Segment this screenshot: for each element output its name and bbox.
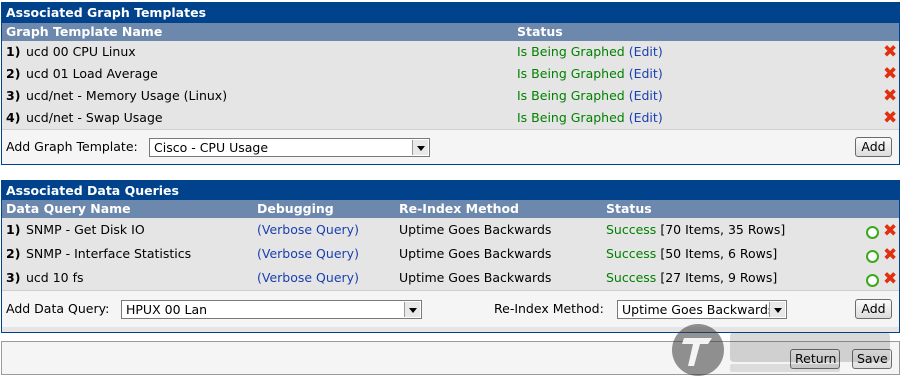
delete-icon[interactable]: ✖ bbox=[883, 242, 897, 268]
edit-parens: (Edit) bbox=[628, 44, 663, 59]
graph-status: Is Being Graphed (Edit) bbox=[517, 85, 663, 107]
graph-template-row: 1) ucd 00 CPU Linux Is Being Graphed (Ed… bbox=[2, 41, 899, 63]
status-text: Is Being Graphed bbox=[517, 66, 625, 81]
status-text: Is Being Graphed bbox=[517, 44, 625, 59]
graph-template-name: ucd/net - Memory Usage (Linux) bbox=[26, 88, 228, 103]
row-number: 2) bbox=[6, 66, 21, 81]
graph-templates-column-header: Graph Template Name Status bbox=[2, 23, 899, 41]
data-queries-panel: Associated Data Queries Data Query Name … bbox=[1, 180, 900, 333]
add-graph-template-label: Add Graph Template: bbox=[6, 139, 138, 154]
row-number: 1) bbox=[6, 44, 21, 59]
status-detail: [70 Items, 35 Rows] bbox=[660, 222, 786, 237]
verbose-query-link[interactable]: Verbose Query bbox=[262, 270, 354, 285]
row-number: 3) bbox=[6, 88, 21, 103]
reindex-method: Uptime Goes Backwards bbox=[399, 246, 552, 261]
add-data-query-label: Add Data Query: bbox=[6, 301, 110, 316]
data-query-row: 1) SNMP - Get Disk IO (Verbose Query) Up… bbox=[2, 218, 899, 242]
delete-icon[interactable]: ✖ bbox=[883, 41, 897, 63]
status-text: Success bbox=[606, 222, 657, 237]
data-query-name: SNMP - Get Disk IO bbox=[26, 222, 145, 237]
col-debugging: Debugging bbox=[257, 201, 334, 216]
reindex-method: Uptime Goes Backwards bbox=[399, 270, 552, 285]
status-detail: [50 Items, 6 Rows] bbox=[660, 246, 778, 261]
reload-icon[interactable] bbox=[866, 274, 879, 287]
data-query-name: ucd 10 fs bbox=[26, 270, 84, 285]
reload-icon[interactable] bbox=[866, 226, 879, 239]
data-queries-title: Associated Data Queries bbox=[2, 181, 899, 200]
row-number: 1) bbox=[6, 222, 21, 237]
chevron-down-icon[interactable] bbox=[412, 140, 428, 155]
data-queries-column-header: Data Query Name Debugging Re-Index Metho… bbox=[2, 200, 899, 218]
edit-parens: (Edit) bbox=[628, 88, 663, 103]
add-graph-template-button[interactable]: Add bbox=[855, 137, 892, 157]
reindex-method-label: Re-Index Method: bbox=[494, 301, 604, 316]
graph-template-name: ucd/net - Swap Usage bbox=[26, 110, 163, 125]
edit-link[interactable]: Edit bbox=[634, 88, 658, 103]
graph-template-row: 3) ucd/net - Memory Usage (Linux) Is Bei… bbox=[2, 85, 899, 107]
delete-icon[interactable]: ✖ bbox=[883, 266, 897, 292]
data-query-select[interactable]: HPUX 00 Lan bbox=[121, 300, 422, 319]
reindex-method: Uptime Goes Backwards bbox=[399, 222, 552, 237]
graph-templates-title: Associated Graph Templates bbox=[2, 3, 899, 23]
graph-status: Is Being Graphed (Edit) bbox=[517, 107, 663, 129]
delete-icon[interactable]: ✖ bbox=[883, 218, 897, 244]
graph-template-row: 4) ucd/net - Swap Usage Is Being Graphed… bbox=[2, 107, 899, 129]
edit-parens: (Edit) bbox=[628, 66, 663, 81]
delete-icon[interactable]: ✖ bbox=[883, 85, 897, 107]
graph-template-row: 2) ucd 01 Load Average Is Being Graphed … bbox=[2, 63, 899, 85]
delete-icon[interactable]: ✖ bbox=[883, 63, 897, 85]
chevron-down-icon[interactable] bbox=[404, 302, 420, 317]
col-status: Status bbox=[517, 24, 563, 39]
graph-template-select[interactable]: Cisco - CPU Usage bbox=[149, 138, 430, 157]
graph-template-name: ucd 01 Load Average bbox=[26, 66, 158, 81]
edit-parens: (Edit) bbox=[628, 110, 663, 125]
reindex-method-select-value: Uptime Goes Backwards bbox=[622, 302, 775, 317]
graph-template-name: ucd 00 CPU Linux bbox=[26, 44, 136, 59]
query-status: Success [70 Items, 35 Rows] bbox=[606, 218, 785, 242]
reload-icon[interactable] bbox=[866, 250, 879, 263]
col-graph-template-name: Graph Template Name bbox=[6, 24, 163, 39]
graph-status: Is Being Graphed (Edit) bbox=[517, 63, 663, 85]
status-text: Is Being Graphed bbox=[517, 110, 625, 125]
graph-template-select-value: Cisco - CPU Usage bbox=[154, 140, 269, 155]
verbose-query-link[interactable]: Verbose Query bbox=[262, 222, 354, 237]
col-status: Status bbox=[606, 201, 652, 216]
edit-link[interactable]: Edit bbox=[634, 44, 658, 59]
graph-templates-panel: Associated Graph Templates Graph Templat… bbox=[1, 2, 900, 165]
add-data-query-button[interactable]: Add bbox=[855, 299, 892, 319]
row-number: 3) bbox=[6, 270, 21, 285]
debug-parens: (Verbose Query) bbox=[257, 222, 359, 237]
edit-link[interactable]: Edit bbox=[634, 66, 658, 81]
status-text: Success bbox=[606, 246, 657, 261]
debug-parens: (Verbose Query) bbox=[257, 270, 359, 285]
add-graph-template-row: Add Graph Template: Cisco - CPU Usage Ad… bbox=[2, 129, 899, 164]
data-query-row: 3) ucd 10 fs (Verbose Query) Uptime Goes… bbox=[2, 266, 899, 290]
chevron-down-icon[interactable] bbox=[769, 302, 785, 317]
row-number: 2) bbox=[6, 246, 21, 261]
col-data-query-name: Data Query Name bbox=[6, 201, 131, 216]
delete-icon[interactable]: ✖ bbox=[883, 107, 897, 129]
col-reindex-method: Re-Index Method bbox=[399, 201, 520, 216]
watermark-logo bbox=[672, 324, 890, 376]
debug-parens: (Verbose Query) bbox=[257, 246, 359, 261]
status-text: Success bbox=[606, 270, 657, 285]
reindex-method-select[interactable]: Uptime Goes Backwards bbox=[617, 300, 787, 319]
data-query-select-value: HPUX 00 Lan bbox=[126, 302, 208, 317]
query-status: Success [50 Items, 6 Rows] bbox=[606, 242, 777, 266]
query-status: Success [27 Items, 9 Rows] bbox=[606, 266, 777, 290]
row-number: 4) bbox=[6, 110, 21, 125]
edit-link[interactable]: Edit bbox=[634, 110, 658, 125]
data-query-name: SNMP - Interface Statistics bbox=[26, 246, 192, 261]
status-detail: [27 Items, 9 Rows] bbox=[660, 270, 778, 285]
graph-status: Is Being Graphed (Edit) bbox=[517, 41, 663, 63]
status-text: Is Being Graphed bbox=[517, 88, 625, 103]
verbose-query-link[interactable]: Verbose Query bbox=[262, 246, 354, 261]
data-query-row: 2) SNMP - Interface Statistics (Verbose … bbox=[2, 242, 899, 266]
